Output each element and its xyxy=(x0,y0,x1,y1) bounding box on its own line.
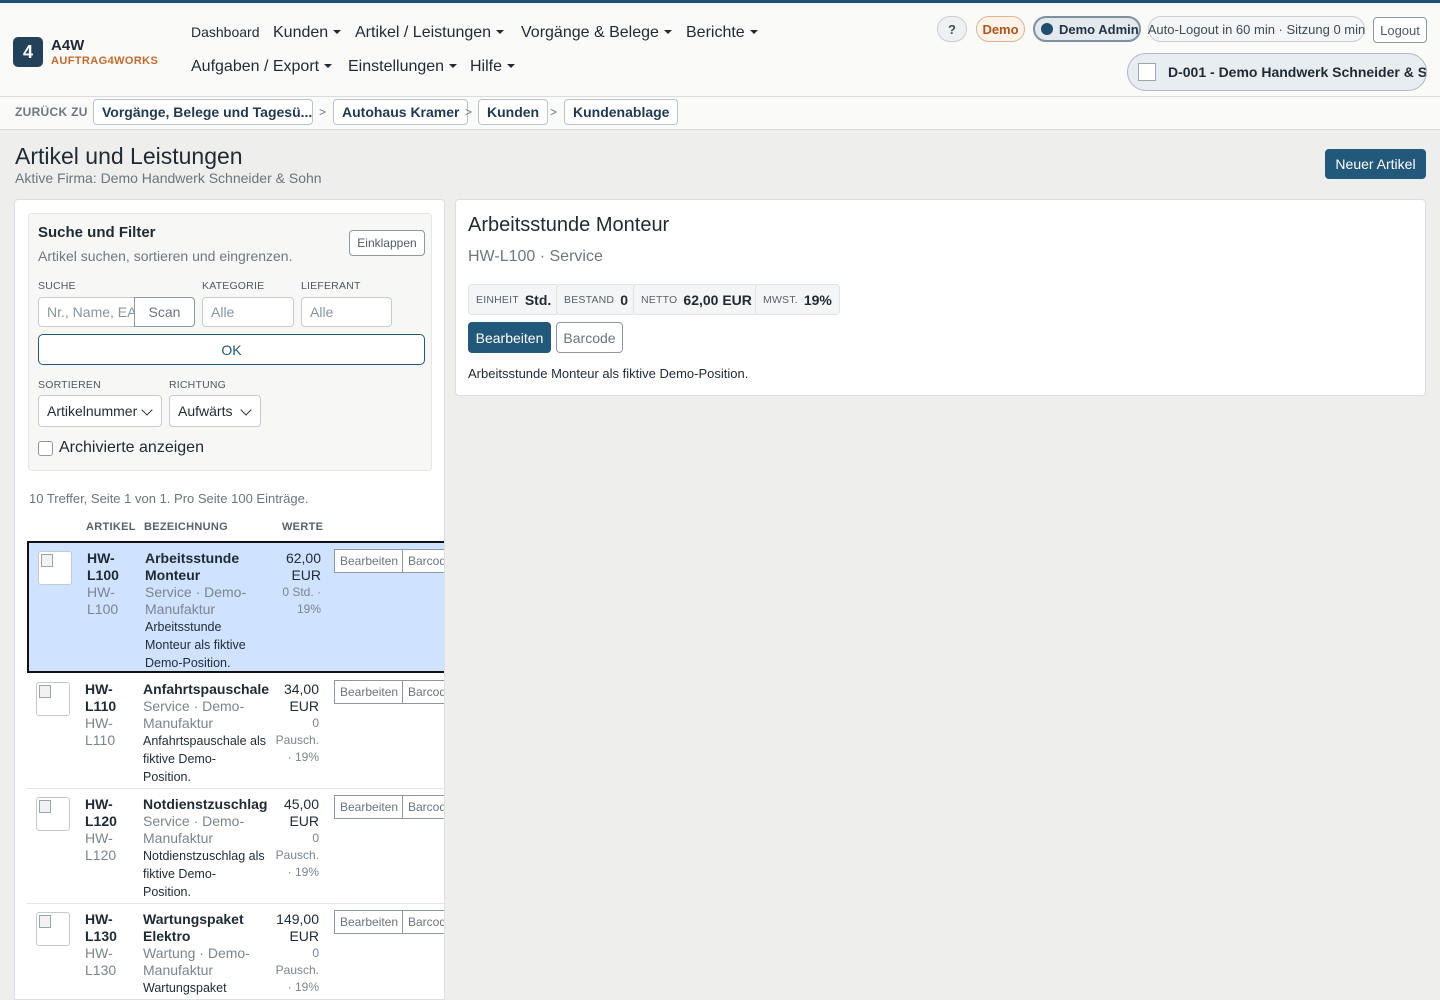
caret-down-icon xyxy=(749,30,758,34)
app-title: A4W xyxy=(51,36,85,54)
archived-label: Archivierte anzeigen xyxy=(59,439,204,456)
app-logo[interactable]: 4 A4W AUFTRAG4WORKS xyxy=(13,37,158,67)
article-detail-panel: Arbeitsstunde Monteur HW-L100 · Service … xyxy=(455,199,1426,396)
breadcrumb-item[interactable]: Kunden xyxy=(478,99,549,125)
detail-subtitle: HW-L100 · Service xyxy=(468,248,603,265)
logo-mark: 4 xyxy=(13,37,43,67)
caret-down-icon xyxy=(663,30,672,34)
breadcrumb-item[interactable]: Autohaus Kramer xyxy=(333,99,469,125)
article-image xyxy=(36,797,70,831)
breadcrumb: ZURÜCK ZU Vorgänge, Belege und Tagesü...… xyxy=(0,97,1440,130)
row-edit-button[interactable]: Bearbeiten xyxy=(334,795,403,819)
chip-bestand: BESTAND 0 xyxy=(556,284,637,315)
logout-button[interactable]: Logout xyxy=(1373,17,1427,43)
table-row[interactable]: HW- L130 HW- L130 Wartungspaket Elektro Wart… xyxy=(27,904,444,999)
direction-select[interactable]: Aufwärts xyxy=(169,395,261,427)
demo-badge: Demo xyxy=(976,16,1025,42)
article-image xyxy=(38,551,72,585)
page-title: Artikel und Leistungen xyxy=(15,143,243,169)
top-navbar: 4 A4W AUFTRAG4WORKS Dashboard Kunden Art… xyxy=(0,0,1440,97)
nav-vorgaenge[interactable]: Vorgänge & Belege xyxy=(521,24,672,42)
archived-checkbox[interactable] xyxy=(38,440,53,456)
table-row[interactable]: HW- L110 HW- L110 Anfahrtspauschale Service… xyxy=(27,674,444,789)
filter-box: Suche und Filter Artikel suchen, sortier… xyxy=(28,213,432,471)
detail-barcode-button[interactable]: Barcode xyxy=(556,322,623,353)
detail-title: Arbeitsstunde Monteur xyxy=(468,214,670,236)
user-status-icon xyxy=(1041,23,1053,35)
chip-einheit: EINHEIT Std. xyxy=(468,284,560,315)
article-list-panel: Suche und Filter Artikel suchen, sortier… xyxy=(14,199,445,1000)
caret-down-icon xyxy=(496,30,505,34)
row-barcode-button[interactable]: Barcode xyxy=(402,795,444,819)
caret-down-icon xyxy=(333,30,342,34)
row-edit-button[interactable]: Bearbeiten xyxy=(334,910,403,934)
row-barcode-button[interactable]: Barcode xyxy=(402,680,444,704)
caret-down-icon xyxy=(324,64,333,68)
breadcrumb-separator: > xyxy=(550,105,558,119)
category-label: KATEGORIE xyxy=(202,280,265,292)
sort-value: Artikelnummer xyxy=(47,403,138,419)
breadcrumb-separator: > xyxy=(319,105,327,119)
table-row[interactable]: HW- L120 HW- L120 Notdienstzuschlag Service… xyxy=(27,789,444,904)
direction-value: Aufwärts xyxy=(178,403,233,419)
caret-down-icon xyxy=(507,64,516,68)
detail-edit-button[interactable]: Bearbeiten xyxy=(468,322,551,353)
detail-description: Arbeitsstunde Monteur als fiktive Demo-P… xyxy=(468,366,749,381)
row-barcode-button[interactable]: Barcode xyxy=(402,549,444,573)
breadcrumb-item[interactable]: Vorgänge, Belege und Tagesü... xyxy=(93,99,313,125)
page-subtitle: Aktive Firma: Demo Handwerk Schneider & … xyxy=(15,170,322,186)
nav-einstellungen[interactable]: Einstellungen xyxy=(348,58,458,76)
autologout-status: Auto-Logout in 60 min · Sitzung 0 min xyxy=(1148,16,1365,42)
filter-title: Suche und Filter xyxy=(38,224,156,241)
nav-berichte[interactable]: Berichte xyxy=(686,24,758,42)
chevron-down-icon xyxy=(141,404,153,416)
search-input[interactable]: Nr., Name, EAN xyxy=(38,297,138,327)
company-name: D-001 - Demo Handwerk Schneider & So xyxy=(1168,64,1427,80)
column-header-bezeichnung: BEZEICHNUNG xyxy=(144,521,228,533)
new-article-button[interactable]: Neuer Artikel xyxy=(1325,149,1426,179)
breadcrumb-separator: > xyxy=(465,105,473,119)
nav-aufgaben[interactable]: Aufgaben / Export xyxy=(191,58,333,76)
breadcrumb-item[interactable]: Kundenablage xyxy=(564,99,679,125)
help-button[interactable]: ? xyxy=(937,16,967,42)
chevron-down-icon xyxy=(240,404,252,416)
collapse-button[interactable]: Einklappen xyxy=(349,230,425,256)
article-image xyxy=(36,682,70,716)
ok-button[interactable]: OK xyxy=(38,334,425,365)
scan-button[interactable]: Scan xyxy=(134,297,195,327)
user-toggle[interactable]: Demo Admin xyxy=(1033,16,1141,42)
table-row[interactable]: HW- L100 HW- L100 Arbeitsstunde Monteur Serv… xyxy=(27,541,444,673)
nav-kunden[interactable]: Kunden xyxy=(273,24,342,42)
results-summary: 10 Treffer, Seite 1 von 1. Pro Seite 100… xyxy=(29,491,309,506)
direction-label: RICHTUNG xyxy=(169,379,227,391)
sort-select[interactable]: Artikelnummer xyxy=(38,395,162,427)
category-input[interactable]: Alle xyxy=(202,297,294,327)
caret-down-icon xyxy=(449,64,458,68)
column-header-werte: WERTE xyxy=(282,521,324,533)
column-header-artikel: ARTIKEL xyxy=(86,521,136,533)
row-barcode-button[interactable]: Barcode xyxy=(402,910,444,934)
archived-toggle[interactable]: Archivierte anzeigen xyxy=(38,439,204,457)
filter-subtitle: Artikel suchen, sortieren und eingrenzen… xyxy=(38,248,293,264)
article-image xyxy=(36,912,70,946)
nav-dashboard[interactable]: Dashboard xyxy=(191,24,260,40)
user-name: Demo Admin xyxy=(1059,21,1139,37)
search-label: SUCHE xyxy=(38,280,76,292)
row-edit-button[interactable]: Bearbeiten xyxy=(334,680,403,704)
company-logo-image xyxy=(1138,63,1156,81)
back-label: ZURÜCK ZU xyxy=(15,105,88,119)
app-subtitle: AUFTRAG4WORKS xyxy=(51,54,159,67)
company-switcher[interactable]: D-001 - Demo Handwerk Schneider & So xyxy=(1127,53,1427,91)
chip-netto: NETTO 62,00 EUR xyxy=(633,284,760,315)
nav-hilfe[interactable]: Hilfe xyxy=(470,58,516,76)
supplier-input[interactable]: Alle xyxy=(301,297,392,327)
nav-artikel[interactable]: Artikel / Leistungen xyxy=(355,24,505,42)
supplier-label: LIEFERANT xyxy=(301,280,361,292)
row-edit-button[interactable]: Bearbeiten xyxy=(334,549,403,573)
sort-label: SORTIEREN xyxy=(38,379,101,391)
chip-mwst: MWST. 19% xyxy=(755,284,840,315)
